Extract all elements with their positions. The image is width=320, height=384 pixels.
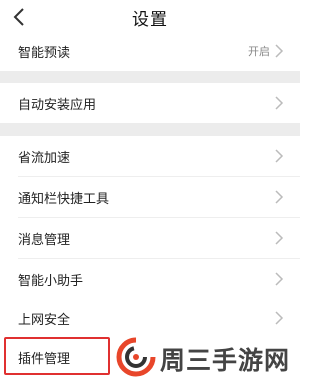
page-title: 设置 — [132, 10, 168, 30]
setting-row-auto-install[interactable]: 自动安装应用 — [0, 83, 300, 123]
highlight-box — [4, 337, 110, 375]
watermark-text: 周三手游网 — [160, 346, 291, 375]
setting-label: 通知栏快捷工具 — [18, 192, 110, 207]
setting-label: 自动安装应用 — [18, 98, 97, 113]
chevron-right-icon — [275, 311, 284, 325]
chevron-right-icon — [275, 272, 284, 286]
setting-row-smart-assistant[interactable]: 智能小助手 — [0, 259, 300, 299]
chevron-right-icon — [275, 149, 284, 163]
chevron-right-icon — [275, 231, 284, 245]
section-gap — [0, 71, 300, 83]
chevron-right-icon — [275, 96, 284, 110]
section-gap — [0, 123, 300, 136]
setting-row-message-management[interactable]: 消息管理 — [0, 218, 300, 258]
spiral-logo-icon — [116, 337, 156, 377]
setting-label: 智能小助手 — [18, 274, 84, 289]
setting-label: 省流加速 — [18, 151, 71, 166]
top-bar: 设置 — [0, 0, 300, 34]
setting-value: 开启 — [248, 45, 270, 58]
setting-label: 上网安全 — [18, 313, 71, 328]
setting-label: 智能预读 — [18, 46, 71, 61]
setting-row-smart-preread[interactable]: 智能预读 开启 — [0, 31, 300, 71]
setting-label: 消息管理 — [18, 233, 71, 248]
setting-row-notification-shortcuts[interactable]: 通知栏快捷工具 — [0, 177, 300, 217]
chevron-right-icon — [275, 44, 284, 58]
setting-row-data-saver[interactable]: 省流加速 — [0, 136, 300, 176]
watermark: 周三手游网 — [112, 335, 300, 379]
chevron-right-icon — [275, 190, 284, 204]
setting-row-browsing-security[interactable]: 上网安全 — [0, 298, 300, 338]
